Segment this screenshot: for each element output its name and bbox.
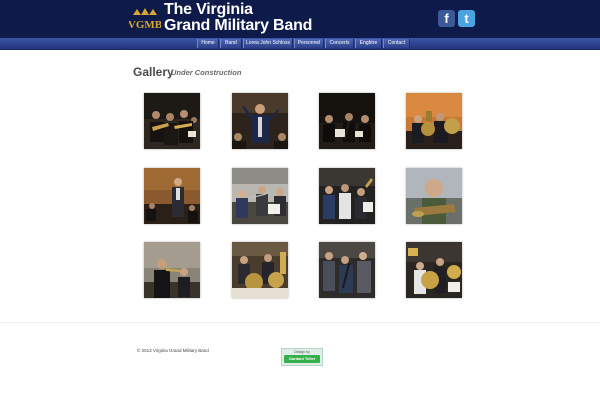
photo-sousaphones[interactable] (406, 242, 462, 298)
nav-concerts[interactable]: Concerts (325, 39, 354, 48)
photo-standing-musician[interactable] (144, 168, 200, 224)
photo-horn-section[interactable] (232, 242, 288, 298)
page-title: Gallery (133, 65, 174, 79)
designer-badge[interactable]: Design by Garland Teller (281, 348, 323, 366)
footer-copyright: © 2013 Virginia Grand Military Band (137, 348, 209, 353)
footer-divider (0, 322, 600, 323)
site-title-line2: Grand Military Band (164, 17, 313, 34)
photo-clarinets[interactable] (319, 168, 375, 224)
site-header: VGMB The Virginia Grand Military Band f … (0, 0, 600, 38)
photo-seated-musicians[interactable] (319, 242, 375, 298)
band-logo[interactable]: VGMB (129, 6, 161, 32)
photo-tuba-players[interactable] (406, 93, 462, 149)
photo-trumpet-player[interactable] (144, 242, 200, 298)
photo-bald-musician[interactable] (406, 168, 462, 224)
nav-contact[interactable]: Contact (383, 39, 410, 48)
facebook-icon[interactable]: f (438, 10, 455, 27)
nav-band[interactable]: Band (220, 39, 242, 48)
designer-badge-button[interactable]: Garland Teller (284, 355, 320, 363)
site-title[interactable]: The Virginia Grand Military Band (164, 2, 312, 34)
photo-flute-section[interactable] (232, 168, 288, 224)
nav-personnel[interactable]: Personnel (294, 39, 324, 48)
page-subtitle: Under Construction (171, 68, 242, 77)
nav-lorea-john-schloss[interactable]: Lorea John Schloss (243, 39, 293, 48)
site-title-line1: The Virginia (164, 1, 253, 18)
photo-conductor[interactable] (232, 93, 288, 149)
photo-woodwinds[interactable] (319, 93, 375, 149)
nav-home[interactable]: Home (197, 39, 219, 48)
twitter-icon[interactable]: t (458, 10, 475, 27)
photo-brass-section[interactable] (144, 93, 200, 149)
svg-text:VGMB: VGMB (129, 19, 161, 31)
nav-engbtre[interactable]: Engbtre (355, 39, 382, 48)
